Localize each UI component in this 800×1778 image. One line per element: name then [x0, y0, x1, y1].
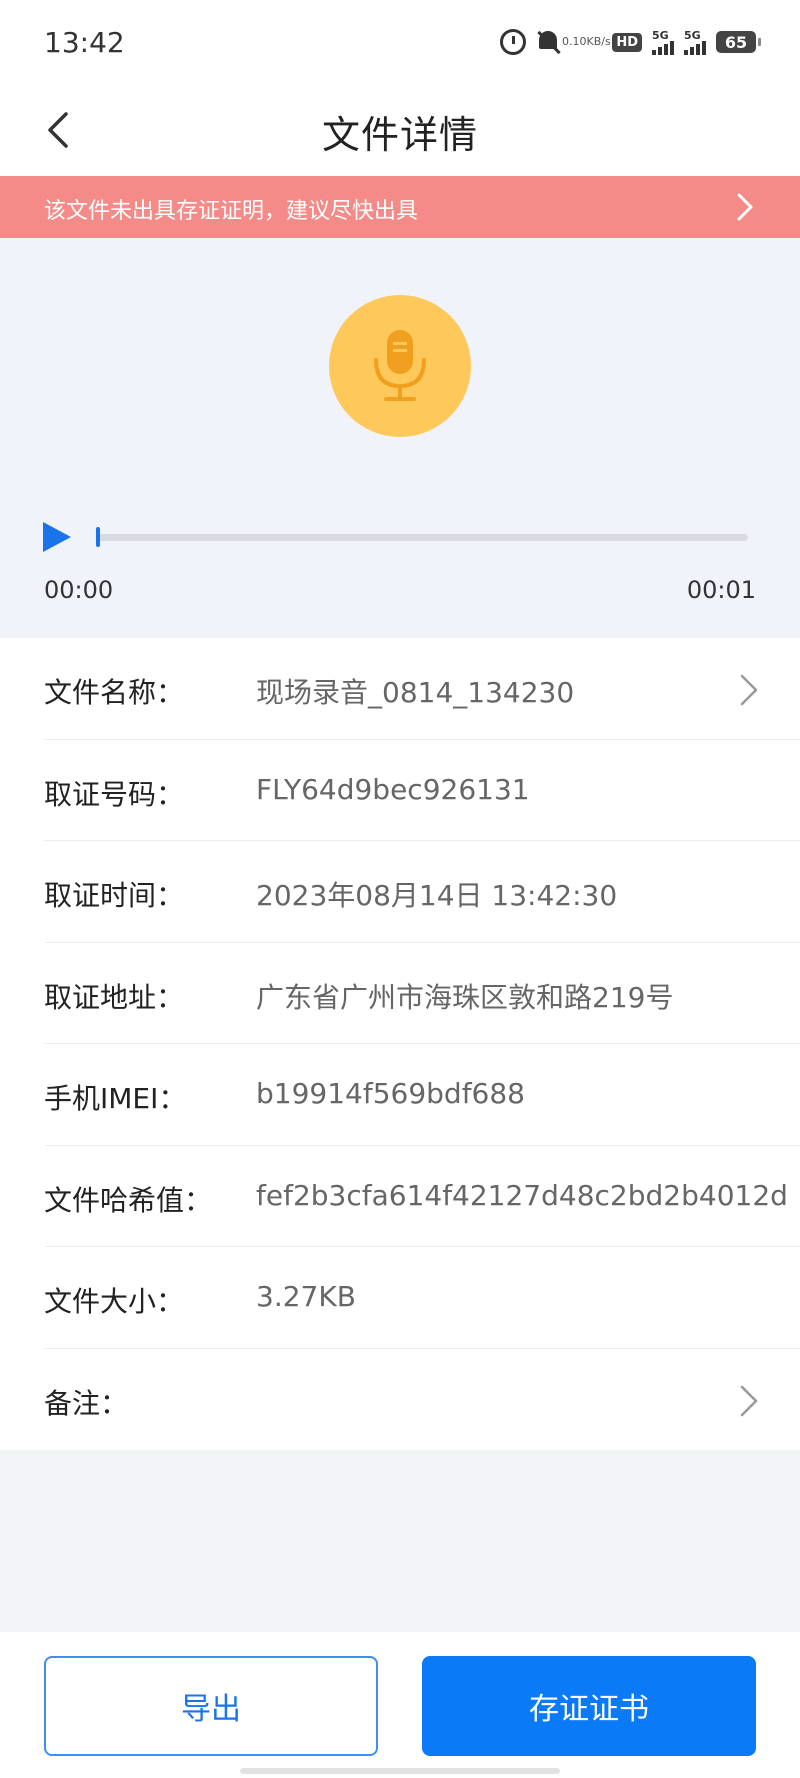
microphone-icon	[374, 330, 426, 401]
total-time: 00:01	[686, 576, 756, 604]
progress-track[interactable]	[98, 534, 748, 541]
detail-label: 取证地址：	[44, 980, 185, 1014]
detail-label: 文件哈希值：	[44, 1183, 213, 1217]
detail-value: 2023年08月14日 13:42:30	[256, 879, 618, 912]
chevron-right-icon	[737, 193, 753, 221]
network-speed-unit: KB/s	[586, 35, 611, 48]
detail-row-remarks[interactable]: 备注：	[44, 1349, 800, 1451]
audio-file-thumbnail	[329, 295, 471, 437]
detail-value: 3.27KB	[256, 1280, 356, 1313]
status-icons: 0.10 KB/s HD 5G 5G 65	[500, 26, 761, 58]
detail-row-evidence-time: 取证时间： 2023年08月14日 13:42:30	[44, 841, 800, 943]
network-speed: 0.10 KB/s	[562, 36, 611, 48]
chevron-right-icon	[740, 674, 758, 706]
audio-player: 00:00 00:01	[0, 238, 800, 638]
progress-handle[interactable]	[96, 527, 100, 547]
detail-value: 现场录音_0814_134230	[256, 676, 575, 709]
detail-value: fef2b3cfa614f42127d48c2bd2b4012d	[256, 1178, 788, 1212]
signal-icon: 5G	[652, 30, 674, 55]
network-speed-value: 0.10	[561, 35, 587, 48]
nav-bar: 文件详情	[0, 84, 800, 176]
detail-value: FLY64d9bec926131	[256, 772, 530, 806]
detail-label: 备注：	[44, 1386, 129, 1420]
page-title: 文件详情	[321, 113, 478, 157]
bell-muted-icon	[536, 29, 560, 55]
detail-row-file-name[interactable]: 文件名称： 现场录音_0814_134230	[44, 638, 800, 740]
detail-label: 取证时间：	[44, 879, 185, 912]
chevron-right-icon	[740, 1385, 758, 1416]
alarm-icon	[500, 29, 527, 55]
detail-label: 手机IMEI：	[44, 1082, 187, 1115]
status-bar: 13:42 0.10 KB/s HD 5G 5G 65	[0, 0, 800, 84]
detail-row-file-size: 文件大小： 3.27KB	[44, 1247, 800, 1349]
battery-icon: 65	[716, 31, 761, 53]
hd-icon: HD	[612, 32, 642, 52]
detail-value: 广东省广州市海珠区敦和路219号	[256, 980, 674, 1014]
detail-label: 文件名称：	[44, 676, 185, 709]
signal-label: 5G	[652, 28, 669, 42]
bottom-action-bar: 导出 存证证书	[0, 1632, 800, 1778]
file-detail-list: 文件名称： 现场录音_0814_134230 取证号码： FLY64d9bec9…	[0, 638, 800, 1450]
signal-label: 5G	[684, 28, 701, 42]
play-icon[interactable]	[40, 520, 74, 554]
certificate-button[interactable]: 存证证书	[422, 1656, 756, 1756]
warning-text: 该文件未出具存证证明，建议尽快出具	[44, 199, 419, 224]
detail-row-evidence-number: 取证号码： FLY64d9bec926131	[44, 740, 800, 841]
home-indicator[interactable]	[240, 1768, 560, 1774]
signal-icon: 5G	[684, 30, 706, 55]
detail-row-file-hash: 文件哈希值： fef2b3cfa614f42127d48c2bd2b4012d	[44, 1146, 800, 1247]
export-button[interactable]: 导出	[44, 1656, 378, 1756]
detail-label: 文件大小：	[44, 1285, 185, 1318]
detail-value: b19914f569bdf688	[256, 1077, 525, 1110]
certificate-warning-banner[interactable]: 该文件未出具存证证明，建议尽快出具	[0, 176, 800, 238]
detail-label: 取证号码：	[44, 777, 185, 811]
detail-row-imei: 手机IMEI： b19914f569bdf688	[44, 1044, 800, 1146]
status-time: 13:42	[44, 26, 125, 59]
detail-row-evidence-address: 取证地址： 广东省广州市海珠区敦和路219号	[44, 943, 800, 1044]
current-time: 00:00	[44, 576, 114, 604]
